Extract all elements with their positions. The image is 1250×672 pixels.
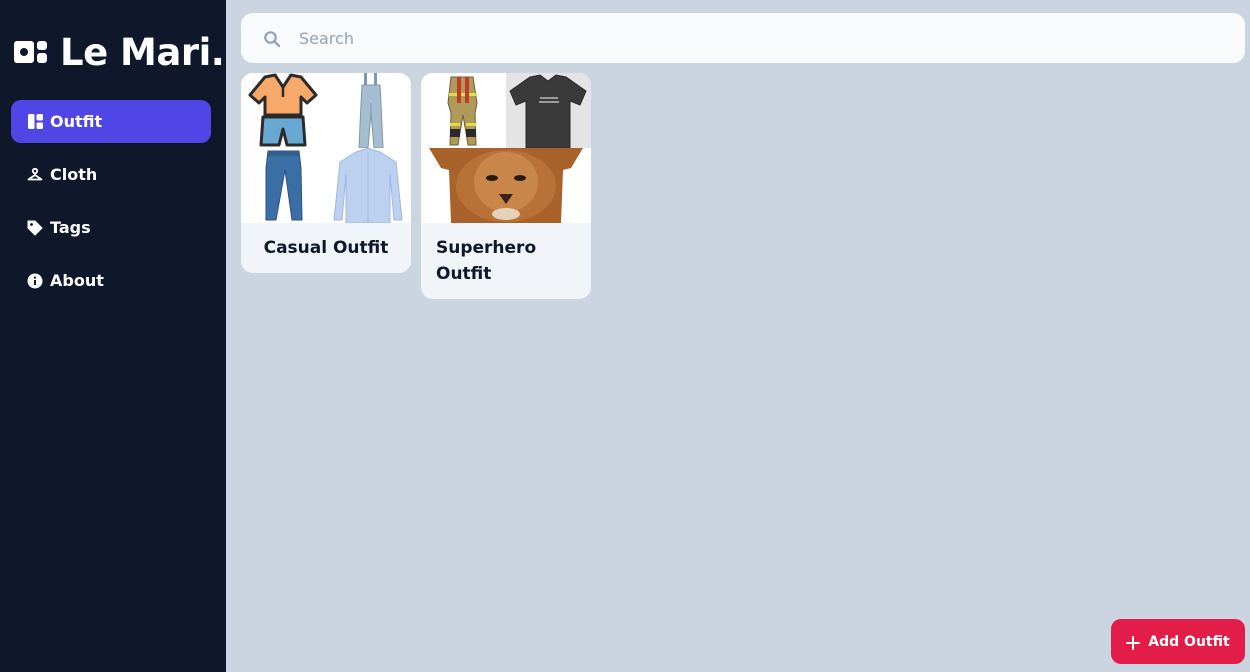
outfit-title: Superhero Outfit bbox=[436, 238, 537, 284]
outfit-card-superhero[interactable]: Superhero Outfit bbox=[421, 73, 591, 299]
sidebar-item-label: About bbox=[50, 271, 104, 290]
sidebar-item-tags[interactable]: Tags bbox=[11, 206, 211, 249]
lion-tshirt-image bbox=[421, 148, 591, 223]
search-icon bbox=[263, 30, 281, 48]
outfit-title: Casual Outfit bbox=[263, 238, 389, 258]
polo-shirt-and-shorts-image bbox=[241, 73, 326, 148]
app-logo[interactable]: Le Mari. bbox=[14, 30, 225, 74]
logo-icon bbox=[14, 39, 47, 65]
add-outfit-button[interactable]: Add Outfit bbox=[1111, 619, 1245, 664]
search-input[interactable] bbox=[299, 13, 1229, 63]
plus-icon bbox=[1126, 635, 1141, 650]
dashboard-icon bbox=[27, 114, 43, 130]
tag-icon bbox=[27, 220, 43, 236]
sidebar-item-label: Outfit bbox=[50, 112, 103, 131]
add-outfit-label: Add Outfit bbox=[1148, 633, 1230, 650]
sidebar-item-label: Cloth bbox=[50, 165, 98, 184]
hanger-icon bbox=[27, 167, 43, 183]
sidebar-item-about[interactable]: About bbox=[11, 259, 211, 302]
sidebar-item-cloth[interactable]: Cloth bbox=[11, 153, 211, 196]
sidebar-item-outfit[interactable]: Outfit bbox=[11, 100, 211, 143]
light-blue-shirt-image bbox=[326, 148, 411, 223]
app-name: Le Mari. bbox=[60, 30, 225, 74]
sidebar: Le Mari. Outfit Cloth Tags About bbox=[0, 0, 226, 672]
outfit-card-casual[interactable]: Casual Outfit bbox=[241, 73, 411, 273]
black-tshirt-image bbox=[506, 73, 591, 148]
sidebar-item-label: Tags bbox=[50, 218, 91, 237]
blue-jeans-image bbox=[241, 148, 326, 223]
search-bar bbox=[241, 13, 1245, 63]
denim-overalls-image bbox=[326, 73, 411, 148]
firefighter-suit-image bbox=[421, 73, 506, 148]
outfit-image-grid bbox=[241, 73, 411, 223]
outfit-image-grid bbox=[421, 73, 591, 223]
info-icon bbox=[27, 273, 43, 289]
